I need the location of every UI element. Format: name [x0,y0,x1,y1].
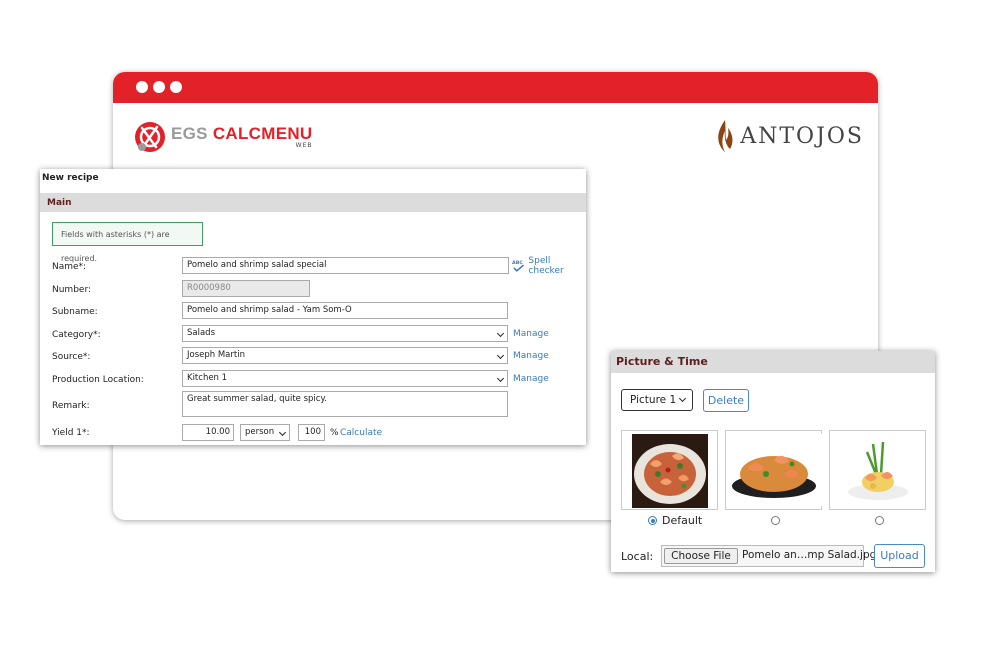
spell-checker-label: Spell checker [528,256,564,276]
yield-percent-input[interactable]: 100 [298,424,325,441]
file-input: Choose File Pomelo an…mp Salad.jpg [661,545,876,567]
remark-label: Remark: [52,401,90,411]
yield-quantity-input[interactable]: 10.00 [182,424,234,441]
spell-checker-link[interactable]: ABC Spell checker [512,256,586,276]
shrimp-salad-image [842,434,913,506]
picture-time-panel: Picture & Time Picture 1 Delete Default … [611,351,935,572]
yield-unit-select[interactable]: person [240,424,290,441]
svg-text:ABC: ABC [512,260,523,266]
source-select[interactable]: Joseph Martin [182,347,508,364]
choose-file-button[interactable]: Choose File [664,548,738,564]
production-location-manage-link[interactable]: Manage [513,374,549,384]
category-select[interactable]: Salads [182,325,508,342]
spell-check-icon: ABC [512,260,525,272]
section-header-main: Main [40,193,586,212]
production-location-label: Production Location: [52,375,144,385]
calcmenu-logo-icon [135,122,165,152]
percent-sign: % [330,428,339,438]
picture-thumbnail-3[interactable] [829,430,926,510]
picture-thumbnail-2[interactable] [725,430,822,510]
subname-label: Subname: [52,307,98,317]
shrimp-pasta-image [631,434,708,508]
flame-icon [718,120,733,152]
shrimp-noodle-image [725,434,822,506]
category-manage-link[interactable]: Manage [513,329,549,339]
panel-title: New recipe [42,173,99,183]
delete-button[interactable]: Delete [703,389,749,412]
local-label: Local: [621,550,654,563]
name-input[interactable]: Pomelo and shrimp salad special [182,257,509,274]
browser-titlebar [113,72,878,103]
yield-label: Yield 1*: [52,428,90,438]
window-dot-icon [136,81,148,93]
picture-section-title: Picture & Time [616,355,708,368]
required-fields-alert: Fields with asterisks (*) are required. [52,222,203,263]
picture-select[interactable]: Picture 1 [621,389,693,411]
window-dot-icon [153,81,165,93]
production-location-select[interactable]: Kitchen 1 [182,370,508,387]
default-radio-2[interactable] [771,516,780,525]
window-dot-icon [170,81,182,93]
section-title: Main [47,198,72,208]
source-label: Source*: [52,352,91,362]
antojos-logo: ANTOJOS [716,119,864,153]
number-input: R0000980 [182,280,310,297]
default-radio-3[interactable] [875,516,884,525]
source-manage-link[interactable]: Manage [513,351,549,361]
name-label: Name*: [52,262,87,272]
category-label: Category*: [52,330,101,340]
new-recipe-panel: New recipe Main Fields with asterisks (*… [40,169,586,445]
calculate-link[interactable]: Calculate [340,428,382,438]
number-label: Number: [52,285,92,295]
picture-section-header: Picture & Time [611,351,935,373]
remark-textarea[interactable]: Great summer salad, quite spicy. [182,391,508,417]
antojos-name: ANTOJOS [740,123,864,149]
picture-thumbnail-1[interactable] [621,430,718,510]
logo-calcmenu-text: CALCMENU [212,124,313,143]
upload-button[interactable]: Upload [874,544,925,568]
egs-calcmenu-logo: EGS CALCMENU WEB [133,119,313,155]
default-label: Default [662,514,703,527]
logo-egs-text: EGS [171,124,208,143]
logo-web-text: WEB [295,142,313,149]
subname-input[interactable]: Pomelo and shrimp salad - Yam Som-O [182,302,508,319]
default-radio-1[interactable] [648,516,657,525]
selected-file-name: Pomelo an…mp Salad.jpg [742,549,877,561]
